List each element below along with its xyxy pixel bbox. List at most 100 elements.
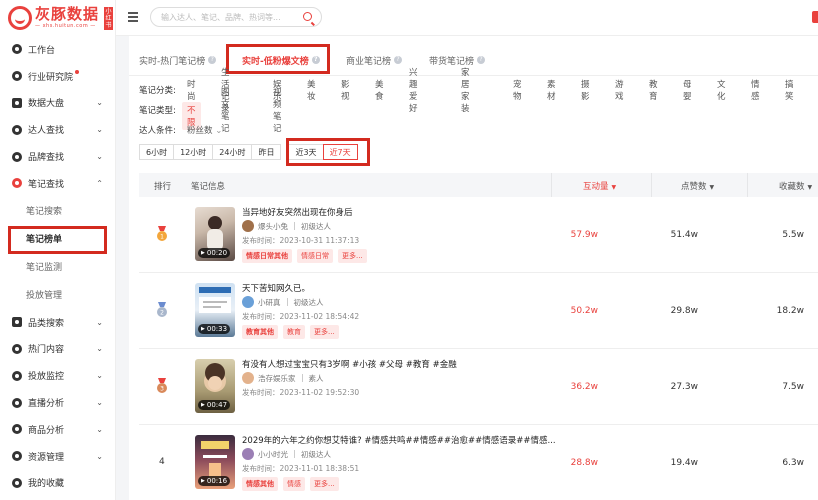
tag[interactable]: 情感其他 bbox=[242, 477, 278, 491]
avatar[interactable] bbox=[242, 372, 254, 384]
tab-label: 商业笔记榜 bbox=[346, 56, 392, 67]
table-header: 排行 笔记信息 互动量 ▼ 点赞数 ▼ 收藏数 ▼ bbox=[139, 173, 818, 197]
avatar[interactable] bbox=[242, 220, 254, 232]
tab-sales-notes[interactable]: 带货笔记榜? bbox=[429, 46, 486, 74]
filter-option[interactable]: 家居家装 bbox=[461, 66, 470, 114]
table-row[interactable]: 1 00:20 当异地好友突然出现在你身后 爆头小兔 初级达人 发布时间：202… bbox=[139, 197, 818, 273]
header-interaction[interactable]: 互动量 ▼ bbox=[583, 180, 616, 192]
chevron-down-icon: ⌄ bbox=[96, 451, 103, 461]
sidebar-subitem-note-monitor[interactable]: 笔记监测 bbox=[0, 253, 115, 281]
note-thumbnail[interactable]: 00:20 bbox=[195, 207, 235, 261]
sidebar-subitem-campaign[interactable]: 投放管理 bbox=[0, 281, 115, 309]
tag-more[interactable]: 更多... bbox=[310, 477, 339, 491]
sidebar-item-favorites[interactable]: 我的收藏 bbox=[0, 470, 115, 497]
filter-option[interactable]: 素材 bbox=[547, 78, 556, 102]
time-btn-24h[interactable]: 24小时 bbox=[212, 144, 253, 160]
filter-option[interactable]: 视频笔记 bbox=[273, 86, 282, 134]
corner-badge[interactable] bbox=[812, 11, 818, 23]
sidebar-item-category[interactable]: 品类搜索 ⌄ bbox=[0, 309, 115, 336]
filter-option[interactable]: 兴趣爱好 bbox=[409, 66, 418, 114]
filter-option[interactable]: 摄影 bbox=[581, 78, 590, 102]
time-btn-7d[interactable]: 近7天 bbox=[322, 144, 358, 160]
table-row[interactable]: 4 00:16 2029年的六年之约你想艾特谁? #情感共鸣##情感##治愈##… bbox=[139, 425, 818, 500]
sidebar-item-goods[interactable]: 商品分析 ⌄ bbox=[0, 416, 115, 443]
author-level: 素人 bbox=[308, 373, 324, 383]
sidebar-subitem-note-search[interactable]: 笔记搜索 bbox=[0, 197, 115, 225]
chevron-down-icon: ⌄ bbox=[96, 98, 103, 108]
fans-dropdown[interactable]: 粉丝数 ⌄ bbox=[187, 124, 222, 136]
tab-hot-notes[interactable]: 实时-热门笔记榜? bbox=[139, 46, 217, 74]
note-author: 小小时光 初级达人 bbox=[242, 448, 331, 460]
avatar[interactable] bbox=[242, 296, 254, 308]
time-btn-yesterday[interactable]: 昨日 bbox=[251, 144, 282, 160]
filter-option[interactable]: 母婴 bbox=[683, 78, 692, 102]
search-box bbox=[150, 7, 322, 27]
sidebar-item-live[interactable]: 直播分析 ⌄ bbox=[0, 389, 115, 416]
author-name[interactable]: 爆头小兔 bbox=[258, 221, 288, 232]
note-thumbnail[interactable]: 00:33 bbox=[195, 283, 235, 337]
tag-more[interactable]: 更多... bbox=[310, 325, 339, 339]
time-btn-6h[interactable]: 6小时 bbox=[139, 144, 175, 160]
note-title[interactable]: 2029年的六年之约你想艾特谁? #情感共鸣##情感##治愈##情感语录##情感… bbox=[242, 434, 556, 446]
search-icon[interactable] bbox=[303, 12, 312, 21]
note-title[interactable]: 当异地好友突然出现在你身后 bbox=[242, 206, 353, 218]
tag[interactable]: 情感日常其他 bbox=[242, 249, 292, 263]
sidebar-item-monitor[interactable]: 投放监控 ⌄ bbox=[0, 362, 115, 389]
search-input[interactable] bbox=[151, 8, 291, 26]
table-row[interactable]: 2 00:33 天下苦知网久已。 小研真 初级达人 发布时间：2023-11-0… bbox=[139, 273, 818, 349]
sidebar-item-label: 笔记查找 bbox=[28, 179, 65, 190]
filter-option[interactable]: 美妆 bbox=[307, 78, 316, 102]
author-name[interactable]: 浩存娱乐家 bbox=[258, 373, 296, 384]
filter-label: 达人条件: bbox=[139, 126, 176, 136]
sidebar-item-dashboard[interactable]: 数据大盘 ⌄ bbox=[0, 90, 115, 117]
sidebar-item-label: 投放监控 bbox=[28, 372, 65, 383]
author-name[interactable]: 小研真 bbox=[258, 297, 281, 308]
favorites-count: 5.5w bbox=[782, 230, 804, 240]
sidebar-item-creator-search[interactable]: 达人查找 ⌄ bbox=[0, 116, 115, 143]
note-title[interactable]: 天下苦知网久已。 bbox=[242, 282, 310, 294]
research-icon bbox=[12, 71, 22, 82]
note-thumbnail[interactable]: 00:16 bbox=[195, 435, 235, 489]
logo[interactable]: 灰豚数据 — xhs.huitun.com — 小红书 bbox=[0, 0, 115, 36]
filter-option[interactable]: 影视 bbox=[341, 78, 350, 102]
sidebar-item-research[interactable]: 行业研究院 bbox=[0, 63, 115, 90]
likes-count: 27.3w bbox=[670, 382, 698, 392]
avatar[interactable] bbox=[242, 448, 254, 460]
sidebar-item-resource[interactable]: 资源管理 ⌄ bbox=[0, 443, 115, 470]
tag-more[interactable]: 更多... bbox=[338, 249, 367, 263]
note-thumbnail[interactable]: 00:47 bbox=[195, 359, 235, 413]
filter-option[interactable]: 文化 bbox=[717, 78, 726, 102]
chevron-down-icon: ⌄ bbox=[96, 125, 103, 135]
filter-option[interactable]: 时尚 bbox=[187, 78, 196, 102]
tag[interactable]: 情感 bbox=[283, 477, 305, 491]
sidebar-item-hot-content[interactable]: 热门内容 ⌄ bbox=[0, 336, 115, 363]
note-author: 小研真 初级达人 bbox=[242, 296, 324, 308]
type-filter: 笔记类型: 不限 图文笔记 视频笔记 bbox=[139, 88, 282, 134]
sidebar-item-note-search[interactable]: 笔记查找 ⌃ bbox=[0, 170, 115, 197]
filter-option[interactable]: 游戏 bbox=[615, 78, 624, 102]
menu-toggle-icon[interactable] bbox=[128, 12, 138, 22]
header-favorites[interactable]: 收藏数 ▼ bbox=[779, 180, 812, 192]
note-title[interactable]: 有没有人想过宝宝只有3岁啊 #小孩 #父母 #教育 #金融 bbox=[242, 358, 457, 370]
sidebar-item-workbench[interactable]: 工作台 bbox=[0, 36, 115, 63]
sidebar-nav: 工作台 行业研究院 数据大盘 ⌄ 达人查找 ⌄ 品牌查找 ⌄ 笔记查找 ⌃ bbox=[0, 36, 115, 197]
tab-commercial-notes[interactable]: 商业笔记榜? bbox=[346, 46, 403, 74]
filter-option[interactable]: 美食 bbox=[375, 78, 384, 102]
sidebar-item-label: 行业研究院 bbox=[28, 72, 74, 83]
filter-option[interactable]: 搞笑 bbox=[785, 78, 794, 102]
time-btn-12h[interactable]: 12小时 bbox=[173, 144, 214, 160]
filter-option[interactable]: 教育 bbox=[649, 78, 658, 102]
filter-option[interactable]: 情感 bbox=[751, 78, 760, 102]
star-icon bbox=[12, 477, 22, 488]
tag[interactable]: 教育 bbox=[283, 325, 305, 339]
filter-option[interactable]: 宠物 bbox=[513, 78, 522, 102]
sidebar-item-brand-search[interactable]: 品牌查找 ⌄ bbox=[0, 143, 115, 170]
sidebar-item-label: 商品分析 bbox=[28, 425, 65, 436]
author-name[interactable]: 小小时光 bbox=[258, 449, 288, 460]
creator-filter: 达人条件: 粉丝数 ⌄ bbox=[139, 124, 222, 136]
table-row[interactable]: 3 00:47 有没有人想过宝宝只有3岁啊 #小孩 #父母 #教育 #金融 浩存… bbox=[139, 349, 818, 425]
header-likes[interactable]: 点赞数 ▼ bbox=[681, 180, 714, 192]
tag[interactable]: 教育其他 bbox=[242, 325, 278, 339]
author-level: 初级达人 bbox=[301, 449, 331, 459]
tag[interactable]: 情感日常 bbox=[297, 249, 333, 263]
